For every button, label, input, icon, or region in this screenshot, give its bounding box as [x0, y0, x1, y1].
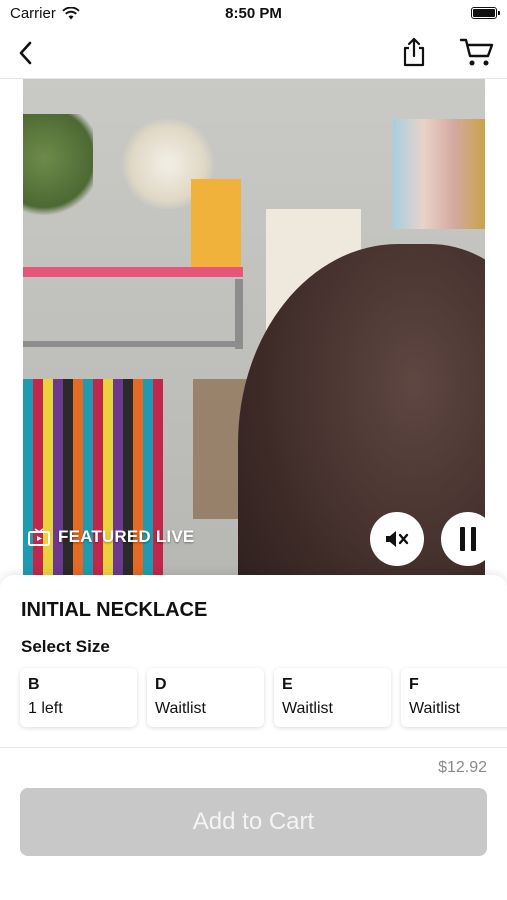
size-label: E: [282, 676, 293, 693]
speaker-mute-icon: [386, 531, 409, 547]
video-shelf: [23, 267, 243, 277]
size-status: Waitlist: [282, 700, 333, 717]
pause-button[interactable]: [441, 512, 495, 566]
size-status: 1 left: [28, 700, 63, 717]
pause-icon: [460, 527, 476, 551]
product-title: INITIAL NECKLACE: [21, 599, 208, 621]
product-sheet: INITIAL NECKLACE Select Size B 1 left D …: [0, 575, 507, 747]
size-options: B 1 left D Waitlist E Waitlist F Waitlis…: [20, 668, 507, 727]
size-option-e[interactable]: E Waitlist: [274, 668, 391, 727]
select-size-label: Select Size: [21, 637, 110, 656]
battery-icon: [471, 7, 500, 19]
size-label: D: [155, 676, 167, 693]
status-bar: Carrier 8:50 PM: [0, 0, 507, 28]
video-bags: [393, 119, 485, 229]
add-to-cart-button[interactable]: Add to Cart: [20, 788, 487, 856]
video-book: [191, 179, 241, 267]
tv-icon: [28, 528, 50, 546]
size-label: B: [28, 676, 40, 693]
mute-button[interactable]: [370, 512, 424, 566]
nav-bar: [0, 28, 507, 79]
divider: [0, 747, 507, 748]
chevron-left-icon[interactable]: [12, 38, 42, 68]
size-status: Waitlist: [409, 700, 460, 717]
share-icon[interactable]: [399, 36, 429, 68]
featured-live-label: FEATURED LIVE: [58, 527, 195, 546]
size-option-d[interactable]: D Waitlist: [147, 668, 264, 727]
price-label: $12.92: [438, 759, 487, 776]
size-option-b[interactable]: B 1 left: [20, 668, 137, 727]
clock: 8:50 PM: [225, 5, 282, 22]
cart-icon[interactable]: [459, 36, 495, 68]
size-option-f[interactable]: F Waitlist: [401, 668, 507, 727]
live-video[interactable]: [23, 79, 485, 576]
featured-live-badge: FEATURED LIVE: [28, 527, 194, 547]
video-plants: [23, 114, 93, 224]
size-status: Waitlist: [155, 700, 206, 717]
size-label: F: [409, 676, 419, 693]
video-rod: [23, 341, 238, 347]
video-pipe: [235, 279, 243, 349]
